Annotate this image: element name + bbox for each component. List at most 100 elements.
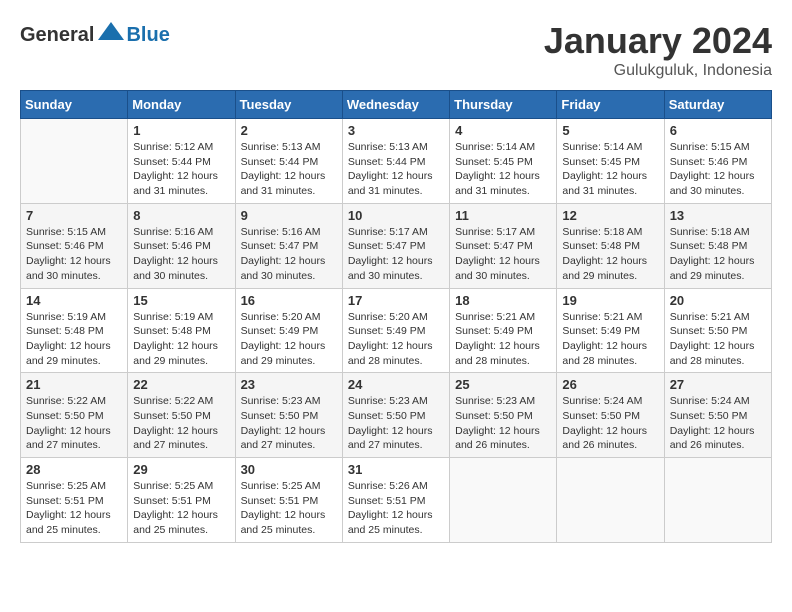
daylight-text: Daylight: 12 hours and 31 minutes. (455, 169, 551, 198)
day-info: Sunrise: 5:25 AMSunset: 5:51 PMDaylight:… (133, 479, 229, 538)
day-number: 23 (241, 377, 337, 392)
sunrise-text: Sunrise: 5:13 AM (241, 140, 337, 155)
sunset-text: Sunset: 5:47 PM (241, 239, 337, 254)
sunset-text: Sunset: 5:47 PM (455, 239, 551, 254)
sunset-text: Sunset: 5:51 PM (348, 494, 444, 509)
day-info: Sunrise: 5:15 AMSunset: 5:46 PMDaylight:… (26, 225, 122, 284)
sunset-text: Sunset: 5:50 PM (241, 409, 337, 424)
day-info: Sunrise: 5:21 AMSunset: 5:49 PMDaylight:… (455, 310, 551, 369)
day-info: Sunrise: 5:24 AMSunset: 5:50 PMDaylight:… (562, 394, 658, 453)
day-info: Sunrise: 5:24 AMSunset: 5:50 PMDaylight:… (670, 394, 766, 453)
sunrise-text: Sunrise: 5:18 AM (562, 225, 658, 240)
daylight-text: Daylight: 12 hours and 28 minutes. (562, 339, 658, 368)
sunset-text: Sunset: 5:46 PM (670, 155, 766, 170)
daylight-text: Daylight: 12 hours and 30 minutes. (26, 254, 122, 283)
day-number: 15 (133, 293, 229, 308)
daylight-text: Daylight: 12 hours and 26 minutes. (455, 424, 551, 453)
daylight-text: Daylight: 12 hours and 30 minutes. (348, 254, 444, 283)
calendar-cell: 22Sunrise: 5:22 AMSunset: 5:50 PMDayligh… (128, 373, 235, 458)
sunrise-text: Sunrise: 5:12 AM (133, 140, 229, 155)
day-number: 2 (241, 123, 337, 138)
day-info: Sunrise: 5:20 AMSunset: 5:49 PMDaylight:… (348, 310, 444, 369)
calendar-week-1: 1Sunrise: 5:12 AMSunset: 5:44 PMDaylight… (21, 119, 772, 204)
day-info: Sunrise: 5:23 AMSunset: 5:50 PMDaylight:… (348, 394, 444, 453)
calendar-cell: 16Sunrise: 5:20 AMSunset: 5:49 PMDayligh… (235, 288, 342, 373)
month-title: January 2024 (544, 20, 772, 62)
sunset-text: Sunset: 5:44 PM (133, 155, 229, 170)
sunset-text: Sunset: 5:44 PM (241, 155, 337, 170)
day-number: 24 (348, 377, 444, 392)
sunset-text: Sunset: 5:44 PM (348, 155, 444, 170)
calendar-cell: 30Sunrise: 5:25 AMSunset: 5:51 PMDayligh… (235, 458, 342, 543)
calendar-cell: 31 Sunrise: 5:26 AMSunset: 5:51 PMDayligh… (342, 458, 449, 543)
daylight-text: Daylight: 12 hours and 31 minutes. (241, 169, 337, 198)
title-section: January 2024 Gulukguluk, Indonesia (544, 20, 772, 80)
header-wednesday: Wednesday (342, 91, 449, 119)
daylight-text: Daylight: 12 hours and 31 minutes. (133, 169, 229, 198)
sunrise-text: Sunrise: 5:19 AM (133, 310, 229, 325)
calendar-cell: 8Sunrise: 5:16 AMSunset: 5:46 PMDaylight… (128, 203, 235, 288)
day-number: 4 (455, 123, 551, 138)
daylight-text: Daylight: 12 hours and 29 minutes. (241, 339, 337, 368)
daylight-text: Daylight: 12 hours and 27 minutes. (348, 424, 444, 453)
daylight-text: Daylight: 12 hours and 25 minutes. (133, 508, 229, 537)
calendar-cell: 11Sunrise: 5:17 AMSunset: 5:47 PMDayligh… (450, 203, 557, 288)
sunset-text: Sunset: 5:48 PM (670, 239, 766, 254)
day-number: 20 (670, 293, 766, 308)
calendar-cell: 26Sunrise: 5:24 AMSunset: 5:50 PMDayligh… (557, 373, 664, 458)
day-number: 18 (455, 293, 551, 308)
day-number: 21 (26, 377, 122, 392)
daylight-text: Daylight: 12 hours and 28 minutes. (670, 339, 766, 368)
day-number: 25 (455, 377, 551, 392)
day-info: Sunrise: 5:21 AMSunset: 5:50 PMDaylight:… (670, 310, 766, 369)
day-number: 29 (133, 462, 229, 477)
calendar-cell: 23 Sunrise: 5:23 AMSunset: 5:50 PMDayligh… (235, 373, 342, 458)
day-info: Sunrise: 5:23 AMSunset: 5:50 PMDaylight:… (241, 394, 337, 453)
day-info: Sunrise: 5:13 AMSunset: 5:44 PMDaylight:… (348, 140, 444, 199)
daylight-text: Daylight: 12 hours and 31 minutes. (348, 169, 444, 198)
day-info: Sunrise: 5:25 AMSunset: 5:51 PMDaylight:… (241, 479, 337, 538)
sunrise-text: Sunrise: 5:26 AM (348, 479, 444, 494)
daylight-text: Daylight: 12 hours and 25 minutes. (26, 508, 122, 537)
day-info: Sunrise: 5:17 AMSunset: 5:47 PMDaylight:… (348, 225, 444, 284)
day-number: 31 (348, 462, 444, 477)
sunset-text: Sunset: 5:50 PM (348, 409, 444, 424)
sunset-text: Sunset: 5:45 PM (562, 155, 658, 170)
location-title: Gulukguluk, Indonesia (544, 62, 772, 80)
calendar-cell: 13Sunrise: 5:18 AMSunset: 5:48 PMDayligh… (664, 203, 771, 288)
sunrise-text: Sunrise: 5:25 AM (26, 479, 122, 494)
day-number: 28 (26, 462, 122, 477)
sunrise-text: Sunrise: 5:17 AM (348, 225, 444, 240)
calendar-cell: 24 Sunrise: 5:23 AMSunset: 5:50 PMDayligh… (342, 373, 449, 458)
daylight-text: Daylight: 12 hours and 27 minutes. (26, 424, 122, 453)
calendar-cell: 10 Sunrise: 5:17 AMSunset: 5:47 PMDayligh… (342, 203, 449, 288)
logo-icon (96, 20, 126, 50)
day-number: 27 (670, 377, 766, 392)
day-number: 10 (348, 208, 444, 223)
daylight-text: Daylight: 12 hours and 29 minutes. (26, 339, 122, 368)
sunset-text: Sunset: 5:47 PM (348, 239, 444, 254)
day-number: 6 (670, 123, 766, 138)
calendar-week-4: 21Sunrise: 5:22 AMSunset: 5:50 PMDayligh… (21, 373, 772, 458)
daylight-text: Daylight: 12 hours and 25 minutes. (348, 508, 444, 537)
calendar-cell: 15Sunrise: 5:19 AMSunset: 5:48 PMDayligh… (128, 288, 235, 373)
calendar-cell: 6Sunrise: 5:15 AMSunset: 5:46 PMDaylight… (664, 119, 771, 204)
calendar-cell: 7Sunrise: 5:15 AMSunset: 5:46 PMDaylight… (21, 203, 128, 288)
sunrise-text: Sunrise: 5:14 AM (455, 140, 551, 155)
sunset-text: Sunset: 5:48 PM (562, 239, 658, 254)
daylight-text: Daylight: 12 hours and 30 minutes. (455, 254, 551, 283)
calendar-cell (557, 458, 664, 543)
calendar-cell: 3Sunrise: 5:13 AMSunset: 5:44 PMDaylight… (342, 119, 449, 204)
calendar-cell (21, 119, 128, 204)
daylight-text: Daylight: 12 hours and 28 minutes. (348, 339, 444, 368)
calendar-cell: 2 Sunrise: 5:13 AMSunset: 5:44 PMDaylight… (235, 119, 342, 204)
sunrise-text: Sunrise: 5:22 AM (133, 394, 229, 409)
sunset-text: Sunset: 5:51 PM (133, 494, 229, 509)
day-number: 12 (562, 208, 658, 223)
calendar-cell: 19Sunrise: 5:21 AMSunset: 5:49 PMDayligh… (557, 288, 664, 373)
sunrise-text: Sunrise: 5:14 AM (562, 140, 658, 155)
day-info: Sunrise: 5:26 AMSunset: 5:51 PMDaylight:… (348, 479, 444, 538)
logo-general-text: General (20, 24, 94, 47)
sunset-text: Sunset: 5:50 PM (670, 409, 766, 424)
daylight-text: Daylight: 12 hours and 29 minutes. (670, 254, 766, 283)
